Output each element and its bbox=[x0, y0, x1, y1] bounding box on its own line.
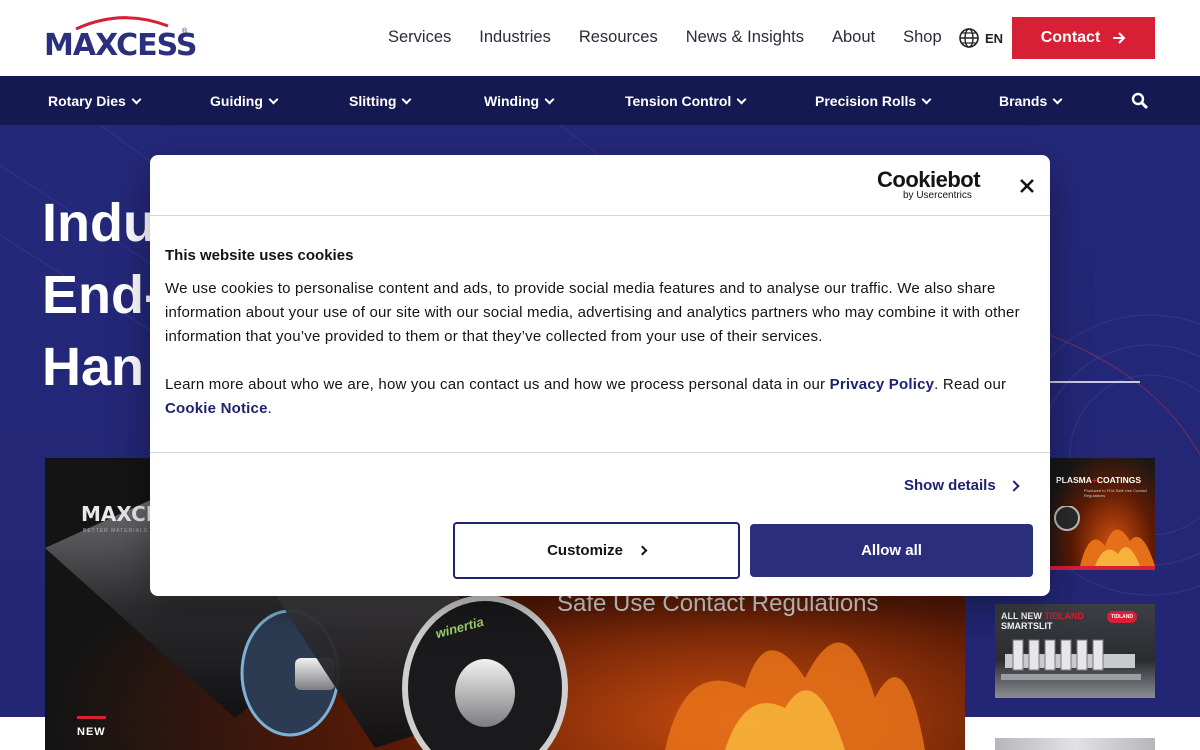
allow-all-button[interactable]: Allow all bbox=[750, 524, 1033, 577]
contact-button[interactable]: Contact bbox=[1012, 17, 1155, 59]
close-icon[interactable] bbox=[1016, 175, 1038, 197]
dialog-title: This website uses cookies bbox=[165, 247, 354, 264]
cookiebot-byline: by Usercentrics bbox=[903, 190, 972, 201]
hero-title: Indu End- Han bbox=[42, 187, 162, 403]
customize-button[interactable]: Customize bbox=[453, 522, 740, 579]
chevron-down-icon bbox=[401, 94, 412, 104]
customize-label: Customize bbox=[547, 542, 623, 559]
globe-icon bbox=[959, 28, 979, 48]
product-nav: Rotary Dies Guiding Slitting Winding Ten… bbox=[0, 76, 1200, 125]
subnav-label: Guiding bbox=[210, 93, 263, 109]
chevron-down-icon bbox=[1052, 94, 1063, 104]
subnav-label: Slitting bbox=[349, 93, 397, 109]
tidland-smartslit-thumbnail[interactable]: ALL NEW TIDLAND SMARTSLIT TIDLAND bbox=[995, 604, 1155, 698]
subnav-label: Precision Rolls bbox=[815, 93, 917, 109]
logo-text: MAXCESS bbox=[44, 28, 198, 63]
site-header: MAXCESS ® Services Industries Resources … bbox=[0, 0, 1200, 76]
chevron-down-icon bbox=[921, 94, 932, 104]
cookie-description: We use cookies to personalise content an… bbox=[165, 280, 1020, 345]
subnav-label: Winding bbox=[484, 93, 540, 109]
subnav-winding[interactable]: Winding bbox=[484, 93, 555, 109]
privacy-policy-link[interactable]: Privacy Policy bbox=[830, 376, 935, 393]
tidland-tag: TIDLAND bbox=[1107, 611, 1137, 623]
hero-title-line: Han bbox=[42, 337, 145, 397]
allow-all-label: Allow all bbox=[861, 542, 922, 559]
show-details-label: Show details bbox=[904, 477, 996, 494]
logo-registered-mark: ® bbox=[182, 28, 188, 35]
period-text: . bbox=[267, 400, 272, 417]
language-label: EN bbox=[985, 30, 1004, 46]
contact-label: Contact bbox=[1040, 29, 1101, 46]
cookiebot-logo[interactable]: Cookiebot by Usercentrics bbox=[877, 167, 981, 201]
maxcess-logo[interactable]: MAXCESS ® bbox=[44, 14, 198, 63]
subnav-label: Tension Control bbox=[625, 93, 732, 109]
chevron-right-icon bbox=[637, 545, 648, 556]
thumb-title: ALL NEW TIDLAND SMARTSLIT bbox=[1001, 611, 1084, 631]
dialog-body: This website uses cookies We use cookies… bbox=[165, 247, 1035, 421]
chevron-right-icon bbox=[1008, 479, 1020, 492]
news-thumbnail[interactable] bbox=[995, 738, 1155, 750]
thumb-subtitle: Produced to FDA Safe Use Contact Regulat… bbox=[1084, 488, 1147, 498]
chevron-down-icon bbox=[131, 94, 142, 104]
subnav-tension-control[interactable]: Tension Control bbox=[625, 93, 747, 109]
plasma-coatings-thumbnail[interactable]: PLASMA+COATINGS Produced to FDA Safe Use… bbox=[1050, 458, 1155, 570]
nav-industries[interactable]: Industries bbox=[479, 28, 551, 47]
feature-brand-tagline: BETTER MATERIALS bbox=[83, 528, 149, 534]
hero-title-line: End- bbox=[42, 265, 162, 325]
chevron-down-icon bbox=[544, 94, 555, 104]
badge-label: NEW bbox=[77, 726, 106, 738]
show-details-link[interactable]: Show details bbox=[904, 477, 1020, 494]
hero-title-line: Indu bbox=[42, 193, 156, 253]
subnav-precision-rolls[interactable]: Precision Rolls bbox=[815, 93, 932, 109]
subnav-slitting[interactable]: Slitting bbox=[349, 93, 412, 109]
language-selector[interactable]: EN bbox=[958, 27, 1003, 49]
hero-divider bbox=[1050, 381, 1140, 383]
dialog-divider bbox=[150, 452, 1050, 453]
slitter-machine-icon bbox=[1001, 639, 1141, 680]
main-nav: Services Industries Resources News & Ins… bbox=[388, 28, 942, 47]
cookie-notice-link[interactable]: Cookie Notice bbox=[165, 400, 268, 417]
dialog-header: Cookiebot by Usercentrics bbox=[150, 155, 1050, 216]
read-text: . Read our bbox=[934, 376, 1007, 393]
nav-news-insights[interactable]: News & Insights bbox=[686, 28, 804, 47]
learn-more-paragraph: Learn more about who we are, how you can… bbox=[165, 373, 1035, 421]
subnav-brands[interactable]: Brands bbox=[999, 93, 1063, 109]
nav-about[interactable]: About bbox=[832, 28, 875, 47]
search-icon[interactable] bbox=[1131, 92, 1149, 110]
chevron-down-icon bbox=[268, 94, 279, 104]
subnav-label: Brands bbox=[999, 93, 1048, 109]
nav-services[interactable]: Services bbox=[388, 28, 451, 47]
subnav-label: Rotary Dies bbox=[48, 93, 126, 109]
thumb-title: PLASMA+COATINGS bbox=[1056, 475, 1142, 485]
chevron-down-icon bbox=[736, 94, 747, 104]
nav-resources[interactable]: Resources bbox=[579, 28, 658, 47]
flame-graphic-icon bbox=[1054, 506, 1155, 566]
cookie-consent-dialog: Cookiebot by Usercentrics This website u… bbox=[150, 155, 1050, 596]
new-badge: NEW bbox=[77, 716, 106, 738]
subnav-rotary-dies[interactable]: Rotary Dies bbox=[48, 93, 142, 109]
badge-accent-bar bbox=[77, 716, 106, 719]
nav-shop[interactable]: Shop bbox=[903, 28, 942, 47]
subnav-guiding[interactable]: Guiding bbox=[210, 93, 279, 109]
learn-more-text: Learn more about who we are, how you can… bbox=[165, 376, 830, 393]
arrow-right-icon bbox=[1113, 32, 1126, 44]
